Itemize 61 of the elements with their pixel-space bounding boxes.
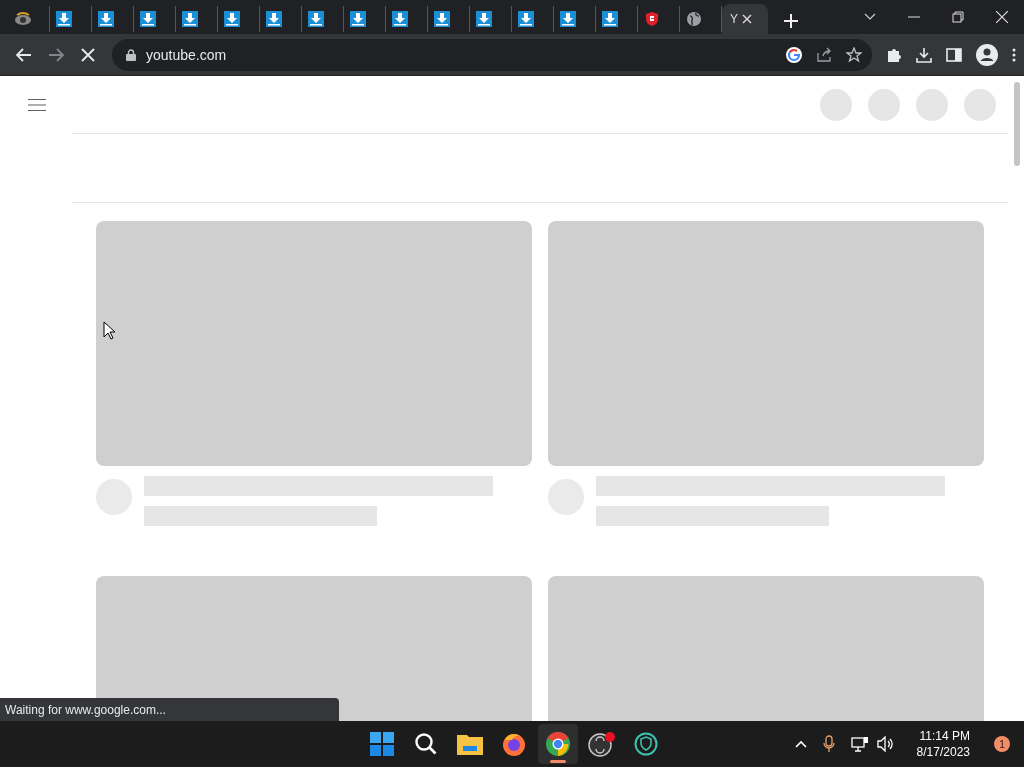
notification-badge[interactable]: 1 <box>994 736 1010 752</box>
windows-icon[interactable] <box>370 732 394 756</box>
lock-icon[interactable] <box>126 48 136 61</box>
puzzle-icon[interactable] <box>886 46 902 63</box>
restore-icon[interactable] <box>952 11 964 23</box>
tab-title: Y <box>730 12 738 26</box>
taskbar-button[interactable] <box>538 724 578 764</box>
icon-placeholder <box>820 88 852 121</box>
google-icon[interactable] <box>786 46 802 63</box>
download-icon <box>266 11 282 27</box>
icon-placeholder <box>916 88 948 121</box>
chevron-up-icon[interactable] <box>794 740 807 748</box>
download-icon <box>560 11 576 27</box>
download-icon <box>98 11 114 27</box>
eye-icon <box>14 11 32 27</box>
firefox-icon[interactable] <box>502 732 526 756</box>
download-icon <box>56 11 72 27</box>
download-icon <box>434 11 450 27</box>
network-icon[interactable] <box>850 736 869 752</box>
shield-icon[interactable] <box>634 732 658 756</box>
close-icon[interactable] <box>742 14 752 24</box>
stop-icon[interactable] <box>81 47 95 62</box>
clock-time[interactable]: 11:14 PM <box>919 728 970 744</box>
download-icon <box>350 11 366 27</box>
download-icon <box>182 11 198 27</box>
chrome-icon[interactable] <box>546 732 570 756</box>
scrollbar-thumb[interactable] <box>1014 82 1020 166</box>
microphone-icon[interactable] <box>822 735 835 753</box>
new-tab-icon[interactable] <box>784 14 798 28</box>
share-icon[interactable] <box>816 46 832 63</box>
menu-icon[interactable] <box>28 98 46 111</box>
download-icon <box>518 11 534 27</box>
cursor-icon <box>103 321 115 340</box>
profile-icon[interactable] <box>976 43 998 66</box>
search-icon[interactable] <box>414 732 438 756</box>
forward-icon[interactable] <box>48 47 64 62</box>
back-icon[interactable] <box>16 47 32 62</box>
folder-icon[interactable] <box>457 733 483 755</box>
clock-date[interactable]: 8/17/2023 <box>916 744 970 760</box>
url-text: youtube.com <box>146 46 228 63</box>
icon-placeholder <box>964 88 996 121</box>
browser-tab[interactable]: Y <box>722 4 768 34</box>
download-icon <box>140 11 156 27</box>
download-icon <box>224 11 240 27</box>
download-icon <box>308 11 324 27</box>
download-icon <box>392 11 408 27</box>
download-icon <box>602 11 618 27</box>
shield-icon <box>644 11 660 27</box>
side-panel-icon[interactable] <box>946 47 962 62</box>
icon-placeholder <box>868 88 900 121</box>
chevron-down-icon[interactable] <box>864 13 876 21</box>
status-bubble: Waiting for www.google.com... <box>0 698 339 721</box>
download-icon <box>476 11 492 27</box>
menu-icon[interactable] <box>1012 47 1016 62</box>
star-icon[interactable] <box>846 46 862 63</box>
record-icon[interactable] <box>588 731 616 757</box>
speaker-icon[interactable] <box>876 736 895 752</box>
address-bar[interactable]: youtube.com <box>112 38 872 71</box>
close-icon[interactable] <box>996 11 1008 23</box>
download-icon[interactable] <box>916 46 932 63</box>
globe-icon <box>686 11 702 27</box>
